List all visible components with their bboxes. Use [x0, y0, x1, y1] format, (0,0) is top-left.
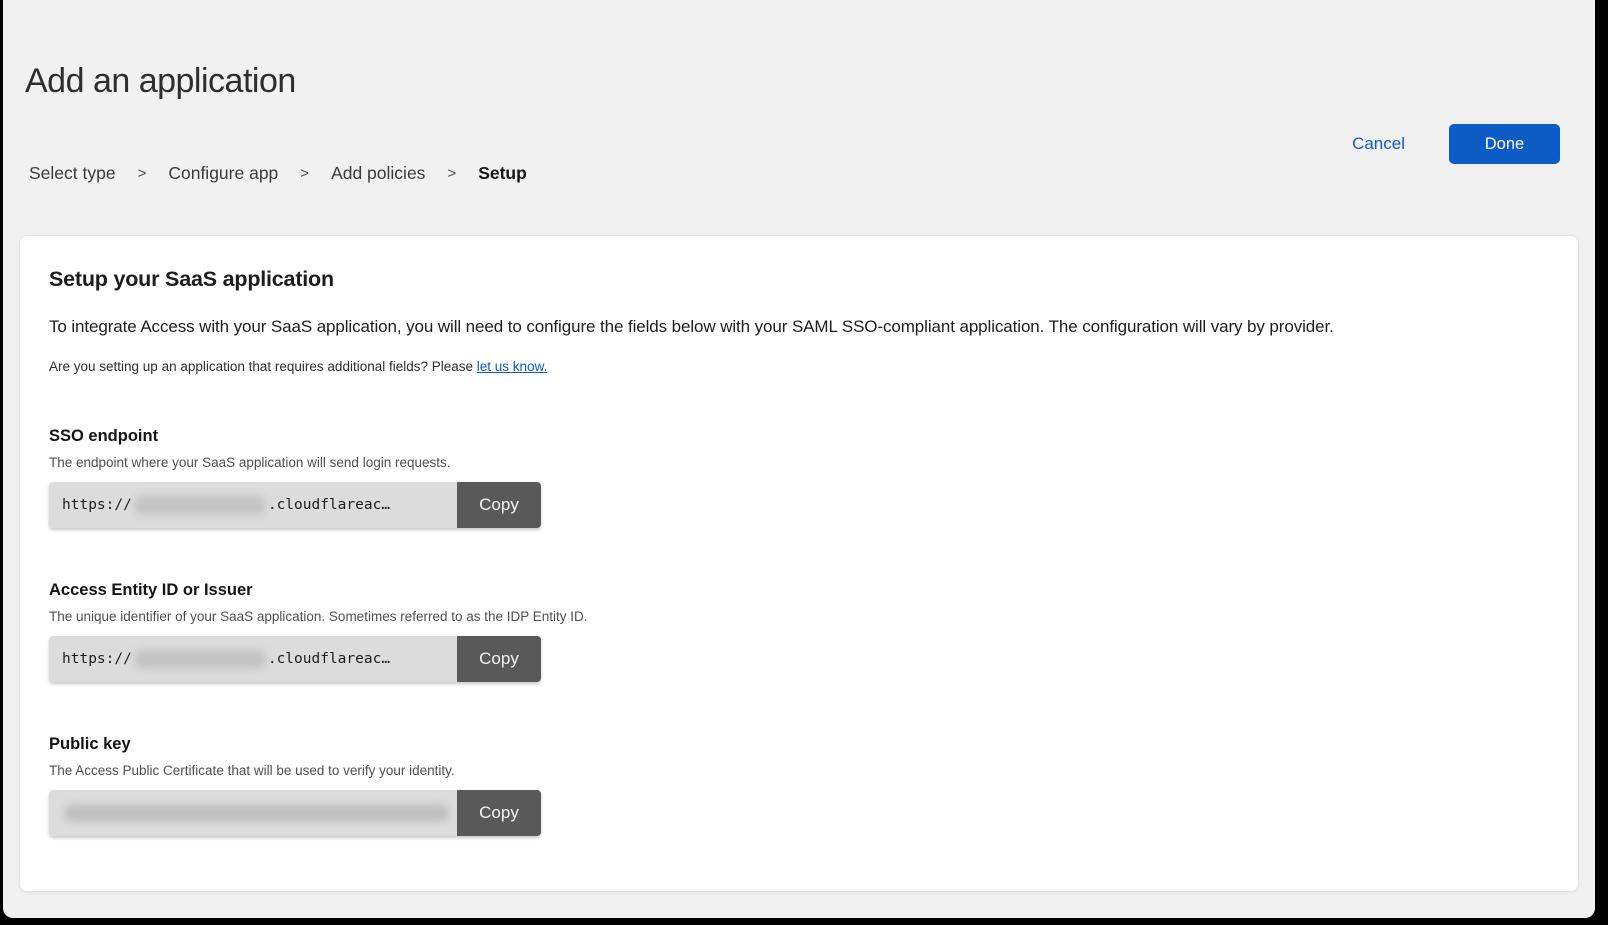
- copy-button[interactable]: Copy: [457, 636, 541, 682]
- header-actions: Cancel Done: [1352, 124, 1560, 164]
- field-sso-endpoint: SSO endpoint The endpoint where your Saa…: [49, 427, 1548, 528]
- access-entity-id-value-row: https:// .cloudflareac… Copy: [49, 636, 541, 682]
- card-note: Are you setting up an application that r…: [49, 359, 1548, 374]
- field-access-entity-id: Access Entity ID or Issuer The unique id…: [49, 581, 1548, 682]
- sso-endpoint-value-row: https:// .cloudflareac… Copy: [49, 482, 541, 528]
- redacted-value: [134, 496, 266, 515]
- let-us-know-link[interactable]: let us know.: [477, 359, 548, 374]
- breadcrumb-item-configure-app[interactable]: Configure app: [168, 163, 278, 184]
- setup-card: Setup your SaaS application To integrate…: [19, 235, 1579, 892]
- breadcrumb-item-add-policies[interactable]: Add policies: [331, 163, 425, 184]
- field-public-key: Public key The Access Public Certificate…: [49, 735, 1548, 836]
- value-prefix: https://: [62, 497, 132, 513]
- access-entity-id-value[interactable]: https:// .cloudflareac…: [49, 636, 457, 682]
- public-key-value[interactable]: [49, 790, 457, 836]
- value-suffix: .cloudflareac…: [268, 497, 390, 513]
- public-key-value-row: Copy: [49, 790, 541, 836]
- breadcrumb: Select type > Configure app > Add polici…: [29, 163, 1579, 184]
- app-window: Add an application Cancel Done Select ty…: [3, 0, 1595, 918]
- card-intro: To integrate Access with your SaaS appli…: [49, 317, 1548, 337]
- redacted-value: [64, 805, 449, 821]
- field-description: The unique identifier of your SaaS appli…: [49, 609, 1548, 624]
- breadcrumb-separator: >: [300, 165, 309, 182]
- field-description: The endpoint where your SaaS application…: [49, 455, 1548, 470]
- cancel-button[interactable]: Cancel: [1352, 134, 1405, 154]
- sso-endpoint-value[interactable]: https:// .cloudflareac…: [49, 482, 457, 528]
- breadcrumb-separator: >: [447, 165, 456, 182]
- field-label: Public key: [49, 735, 1548, 754]
- done-button[interactable]: Done: [1449, 124, 1560, 164]
- breadcrumb-item-setup: Setup: [478, 163, 527, 184]
- value-suffix: .cloudflareac…: [268, 651, 390, 667]
- breadcrumb-separator: >: [138, 165, 147, 182]
- breadcrumb-item-select-type[interactable]: Select type: [29, 163, 116, 184]
- value-prefix: https://: [62, 651, 132, 667]
- field-label: SSO endpoint: [49, 427, 1548, 446]
- field-description: The Access Public Certificate that will …: [49, 763, 1548, 778]
- copy-button[interactable]: Copy: [457, 482, 541, 528]
- page-title: Add an application: [25, 62, 1579, 101]
- page: Add an application Cancel Done Select ty…: [3, 62, 1595, 918]
- card-heading: Setup your SaaS application: [49, 267, 1548, 292]
- note-text: Are you setting up an application that r…: [49, 359, 477, 374]
- field-label: Access Entity ID or Issuer: [49, 581, 1548, 600]
- copy-button[interactable]: Copy: [457, 790, 541, 836]
- redacted-value: [134, 650, 266, 669]
